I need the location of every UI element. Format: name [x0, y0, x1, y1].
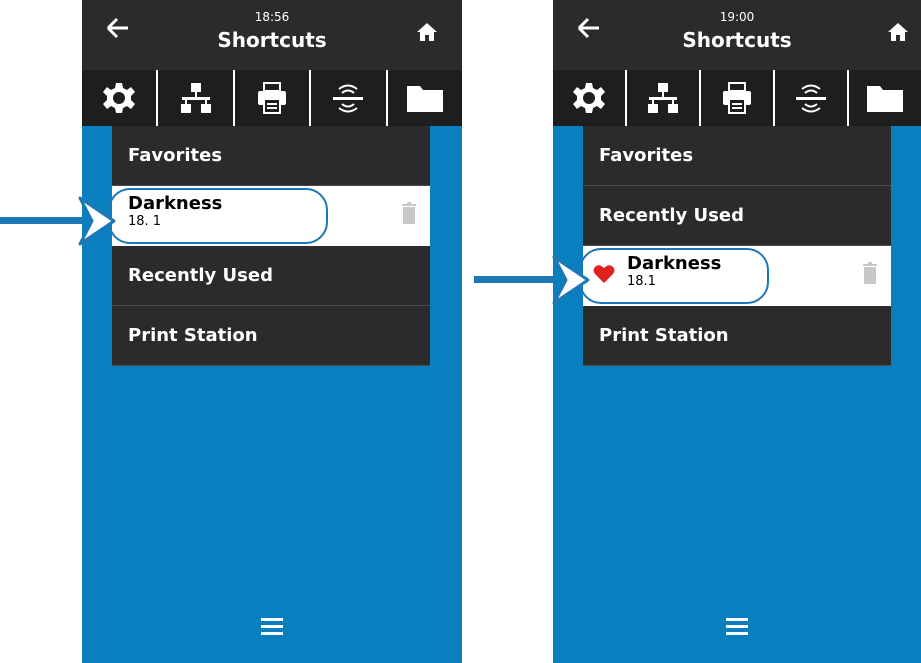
header: 18:56 Shortcuts — [82, 0, 462, 70]
clock: 19:00 — [719, 10, 755, 24]
section-label: Recently Used — [128, 265, 273, 286]
menu-section-recently-used[interactable]: Recently Used — [583, 186, 891, 246]
shortcut-item-darkness[interactable]: Darkness 18.1 — [579, 246, 891, 306]
section-label: Recently Used — [599, 205, 744, 226]
settings-gear-icon — [103, 83, 136, 113]
tab-settings[interactable] — [82, 70, 159, 126]
hamburger-menu-icon[interactable] — [261, 618, 283, 639]
menu-section-favorites[interactable]: Favorites — [583, 126, 891, 186]
trash-icon[interactable] — [863, 262, 877, 284]
settings-gear-icon — [573, 83, 605, 113]
tab-network[interactable] — [158, 70, 235, 126]
page-title: Shortcuts — [217, 28, 327, 52]
item-name: Darkness — [627, 253, 722, 274]
screen-right: 19:00 Shortcuts Favorites Recently Used … — [553, 0, 921, 663]
tab-sensor[interactable] — [311, 70, 388, 126]
section-label: Print Station — [128, 325, 258, 346]
network-icon — [180, 83, 211, 113]
section-label: Print Station — [599, 325, 729, 346]
home-icon[interactable] — [416, 22, 438, 42]
tab-print[interactable] — [701, 70, 775, 126]
page-title: Shortcuts — [682, 28, 792, 52]
tab-sensor[interactable] — [775, 70, 849, 126]
tab-network[interactable] — [627, 70, 701, 126]
trash-icon[interactable] — [402, 202, 416, 224]
section-label: Favorites — [128, 145, 223, 166]
menu-section-favorites[interactable]: Favorites — [112, 126, 430, 186]
callout-arrow-left — [0, 196, 116, 246]
tab-storage[interactable] — [388, 70, 462, 126]
item-value: 18. 1 — [128, 214, 162, 229]
section-label: Favorites — [599, 145, 694, 166]
item-value: 18.1 — [627, 274, 656, 289]
heart-icon[interactable] — [593, 264, 615, 284]
printer-icon — [723, 82, 751, 114]
category-tabs — [82, 70, 462, 126]
sensor-icon — [796, 84, 826, 113]
callout-arrow-right — [474, 255, 590, 305]
sensor-icon — [333, 84, 364, 113]
hamburger-menu-icon[interactable] — [726, 618, 748, 639]
screen-left: 18:56 Shortcuts Favorites Darkness 18. 1… — [82, 0, 462, 663]
folder-icon — [867, 86, 903, 112]
network-icon — [648, 83, 678, 113]
shortcuts-menu: Favorites Recently Used Darkness 18.1 Pr… — [579, 126, 891, 366]
tab-storage[interactable] — [849, 70, 921, 126]
shortcuts-menu: Favorites Darkness 18. 1 Recently Used P… — [108, 126, 430, 366]
home-icon[interactable] — [887, 22, 909, 42]
clock: 18:56 — [254, 10, 290, 24]
tab-settings[interactable] — [553, 70, 627, 126]
menu-section-recently-used[interactable]: Recently Used — [112, 246, 430, 306]
folder-icon — [406, 86, 443, 112]
menu-section-print-station[interactable]: Print Station — [583, 306, 891, 366]
shortcut-item-darkness[interactable]: Darkness 18. 1 — [108, 186, 430, 246]
menu-section-print-station[interactable]: Print Station — [112, 306, 430, 366]
printer-icon — [258, 82, 287, 114]
header: 19:00 Shortcuts — [553, 0, 921, 70]
category-tabs — [553, 70, 921, 126]
item-name: Darkness — [128, 193, 223, 214]
tab-print[interactable] — [235, 70, 312, 126]
